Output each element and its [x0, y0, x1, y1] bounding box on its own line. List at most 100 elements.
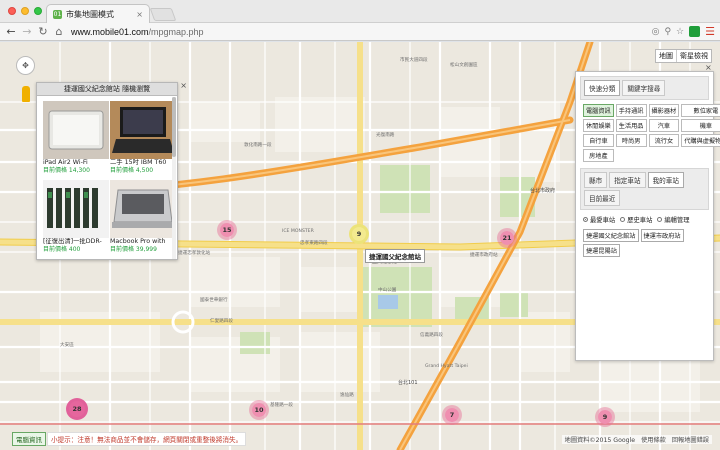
- search-icon[interactable]: ⚲: [664, 27, 671, 37]
- product-price: 目前價格 14,300: [43, 167, 90, 174]
- map-label: 國泰世華銀行: [200, 298, 228, 303]
- current-category-badge[interactable]: 電腦資訊: [12, 432, 46, 446]
- street-view-pegman-icon[interactable]: [22, 86, 30, 102]
- category-button[interactable]: 休閒娛樂: [583, 119, 614, 132]
- home-icon[interactable]: ⌂: [51, 25, 67, 38]
- attribution-report-link[interactable]: 回報地圖錯誤: [672, 435, 709, 444]
- map-canvas[interactable]: 台北市政府國父紀念館中山公園捷運忠孝敦化站捷運市政府站忠孝東路四段仁愛路四段光復…: [0, 42, 720, 450]
- product-photo[interactable]: [43, 101, 109, 159]
- memory-modules-photo: [43, 180, 109, 238]
- category-button[interactable]: 生活用品: [615, 119, 647, 132]
- product-card[interactable]: iPad Air2 Wi-Fi 目前價格 14,300: [43, 101, 109, 174]
- new-tab-button[interactable]: [149, 8, 177, 21]
- macbook-photo: [110, 180, 176, 238]
- product-card[interactable]: 二手 15吋 IBM T60 目前價格 4,500: [110, 101, 176, 174]
- product-price: 目前價格 39,999: [110, 246, 157, 253]
- tab-quick-category[interactable]: 快速分類: [584, 80, 621, 96]
- station-tab[interactable]: 我的車站: [647, 172, 684, 188]
- radio-dot-icon[interactable]: [657, 217, 663, 222]
- maximize-window-button[interactable]: [34, 7, 42, 15]
- back-arrow-icon[interactable]: ←: [3, 25, 19, 38]
- product-photo[interactable]: [110, 180, 176, 238]
- category-button[interactable]: 房地產: [583, 149, 614, 162]
- cluster-marker[interactable]: 9: [595, 407, 615, 427]
- map-label: 光復南路: [376, 133, 395, 138]
- tab-close-icon[interactable]: ×: [136, 10, 143, 19]
- cluster-marker[interactable]: 21: [497, 228, 517, 248]
- category-button[interactable]: 代購與虛擬物品: [681, 134, 720, 147]
- category-button[interactable]: 機車: [681, 119, 720, 132]
- product-photo[interactable]: [43, 180, 109, 238]
- forward-arrow-icon[interactable]: →: [19, 25, 35, 38]
- tab-keyword-search[interactable]: 關鍵字搜尋: [622, 80, 666, 96]
- station-tab[interactable]: 目前最近: [584, 190, 621, 206]
- radio-dot-icon[interactable]: [620, 217, 626, 222]
- browser-tab[interactable]: 01 市集地圖模式 ×: [46, 4, 150, 23]
- laptop-photo: [110, 101, 176, 159]
- category-button[interactable]: 時尚男: [615, 134, 647, 147]
- category-button[interactable]: 流行女: [648, 134, 680, 147]
- station-button[interactable]: 捷運市政府站: [640, 229, 684, 242]
- cluster-marker[interactable]: 7: [442, 405, 462, 425]
- map-type-control[interactable]: 地圖 衛星檢視: [655, 49, 712, 63]
- station-radio[interactable]: 歷史車站: [620, 215, 652, 224]
- map-label: 大安區: [60, 343, 74, 348]
- tablet-photo: [43, 101, 109, 159]
- bookmark-star-icon[interactable]: ☆: [676, 27, 684, 37]
- station-place-tag[interactable]: 捷運國父紀念館站: [365, 249, 425, 263]
- product-photo[interactable]: [110, 101, 176, 159]
- pan-control-icon[interactable]: ✥: [16, 56, 35, 75]
- cluster-marker[interactable]: 28: [66, 398, 88, 420]
- cluster-marker[interactable]: 15: [217, 220, 237, 240]
- category-grid: 電腦資訊 手持通訊 攝影器材 數位家電休閒娛樂 生活用品 汽車 機車自行車 時尚男 流行女 代購與…: [580, 100, 720, 166]
- map-label: 松山文創園區: [450, 63, 478, 68]
- location-icon[interactable]: ◎: [652, 27, 660, 37]
- reload-icon[interactable]: ↻: [35, 25, 51, 38]
- product-card[interactable]: [征復出清]一批DDR- 目前價格 400: [43, 180, 109, 253]
- product-name[interactable]: [征復出清]一批DDR-: [43, 238, 109, 246]
- station-button[interactable]: 捷運昆陽站: [583, 244, 620, 257]
- info-window: 捷運國父紀念館站 隨機瀏覽 × iPad Air2 Wi-Fi 目前價格 14,…: [36, 81, 187, 260]
- menu-icon[interactable]: ☰: [705, 25, 715, 38]
- station-tab[interactable]: 縣市: [584, 172, 608, 188]
- cluster-marker[interactable]: 9: [349, 224, 369, 244]
- info-window-scrollbar[interactable]: [172, 97, 176, 259]
- product-card[interactable]: Macbook Pro with 目前價格 39,999: [110, 180, 176, 253]
- category-button[interactable]: 自行車: [583, 134, 614, 147]
- extension-icon[interactable]: [689, 26, 701, 37]
- browser-titlebar: 01 市集地圖模式 ×: [0, 0, 720, 23]
- radio-dot-icon[interactable]: [583, 217, 588, 222]
- site-favicon-icon: 01: [53, 9, 62, 19]
- station-tab[interactable]: 指定車站: [609, 172, 646, 188]
- map-label: Grand Hyatt Taipei: [425, 364, 468, 369]
- category-button[interactable]: 汽車: [648, 119, 680, 132]
- cluster-marker[interactable]: 10: [249, 400, 269, 420]
- map-attribution: 地圖資料©2015 Google 使用條款 回報地圖錯誤: [561, 435, 712, 444]
- product-price: 目前價格 4,500: [110, 167, 154, 174]
- station-radio[interactable]: 最愛車站: [583, 215, 615, 224]
- product-name[interactable]: 二手 15吋 IBM T60: [110, 159, 176, 167]
- map-label: 信義路四段: [420, 333, 443, 338]
- info-close-icon[interactable]: ×: [180, 81, 187, 90]
- attribution-terms-link[interactable]: 使用條款: [641, 435, 666, 444]
- map-label: 忠孝東路四段: [300, 241, 328, 246]
- category-button[interactable]: 數位家電: [681, 104, 720, 117]
- category-button[interactable]: 電腦資訊: [583, 104, 614, 117]
- map-type-map[interactable]: 地圖: [656, 50, 676, 62]
- info-window-title: 捷運國父紀念館站 隨機瀏覽: [37, 83, 177, 96]
- address-bar[interactable]: www.mobile01.com/mpgmap.php: [71, 25, 648, 39]
- product-name[interactable]: iPad Air2 Wi-Fi: [43, 159, 109, 167]
- category-button[interactable]: 攝影器材: [648, 104, 680, 117]
- product-price: 目前價格 400: [43, 246, 81, 253]
- category-button[interactable]: 手持通訊: [615, 104, 647, 117]
- station-radio[interactable]: 編輯管理: [657, 215, 690, 224]
- tip-notice: 小提示：注意！無法商品並不會儲存，網頁關閉或重整後將消失。: [47, 432, 247, 446]
- url-host: www.mobile01.com: [71, 26, 149, 37]
- map-label: 捷運市政府站: [470, 253, 498, 258]
- map-label: 仁愛路四段: [210, 319, 233, 324]
- product-name[interactable]: Macbook Pro with: [110, 238, 176, 246]
- map-type-satellite[interactable]: 衛星檢視: [676, 50, 711, 62]
- close-window-button[interactable]: [8, 7, 16, 15]
- minimize-window-button[interactable]: [21, 7, 29, 15]
- station-button[interactable]: 捷運國父紀念館站: [583, 229, 639, 242]
